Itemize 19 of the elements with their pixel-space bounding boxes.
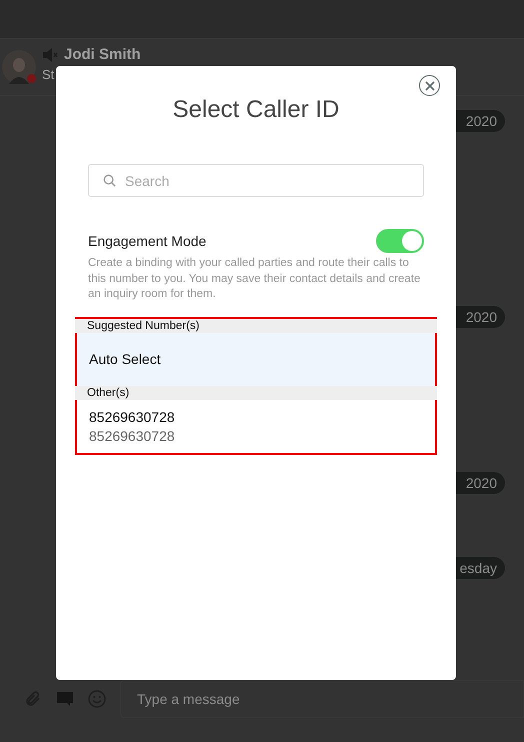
option-title: 85269630728 <box>89 408 176 424</box>
option-subtitle: 85269630728 <box>89 428 176 444</box>
dialog-title: Select Caller ID <box>172 96 340 124</box>
close-button[interactable] <box>419 75 440 96</box>
engagement-description: Create a binding with your called parties and route their calls to this number to you. You may save their contact details and create an inquiry room for them. <box>88 256 422 302</box>
engagement-mode-label: Engagement Mode <box>88 233 206 249</box>
search-field[interactable]: Search <box>88 164 424 197</box>
section-header: Suggested Number(s) <box>75 318 437 332</box>
sms-icon[interactable] <box>56 691 74 707</box>
message-input[interactable]: Type a message <box>120 680 524 718</box>
close-icon <box>424 80 434 90</box>
search-icon <box>103 174 116 187</box>
number-option[interactable]: Auto Select <box>77 332 435 386</box>
section-header: Other(s) <box>75 386 437 400</box>
contact-name: Jodi Smith <box>64 46 141 63</box>
contact-avatar[interactable] <box>2 50 36 84</box>
option-title: Auto Select <box>89 351 162 367</box>
engagement-toggle[interactable] <box>376 229 424 253</box>
contact-status: St <box>42 67 56 82</box>
